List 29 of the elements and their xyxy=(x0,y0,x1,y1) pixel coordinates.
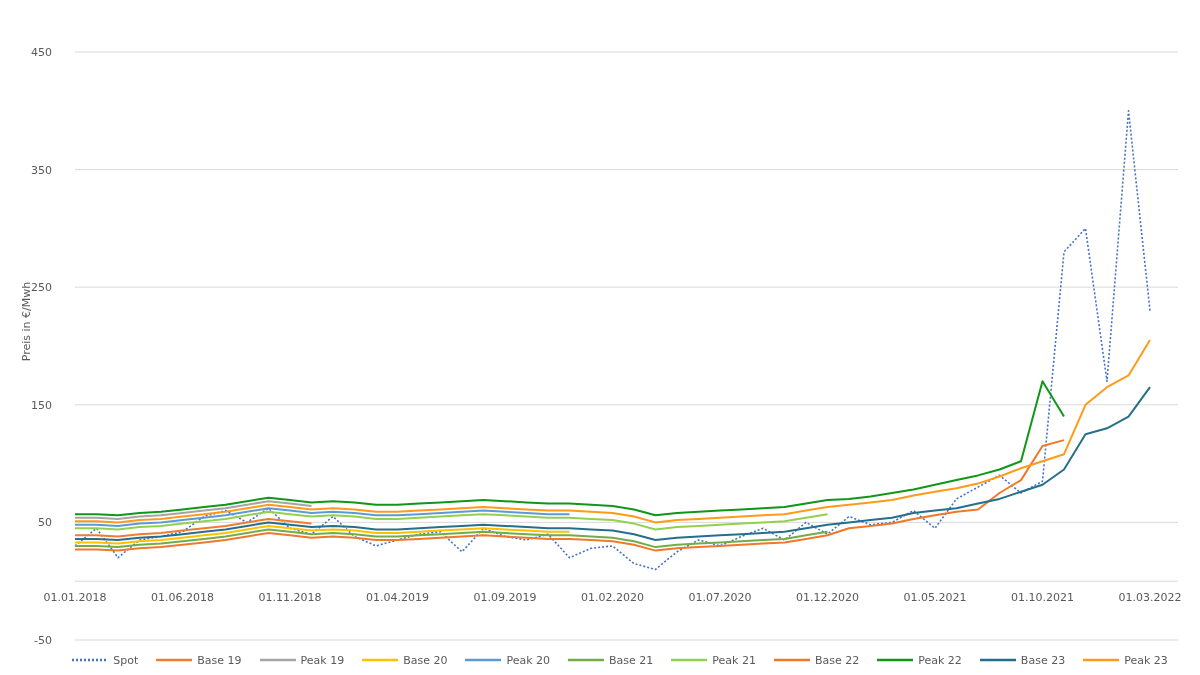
axis-tick-label: 01.06.2018 xyxy=(151,591,214,604)
legend-label: Peak 19 xyxy=(300,653,345,667)
legend-label: Base 20 xyxy=(403,653,448,667)
legend-label: Spot xyxy=(113,653,139,667)
axis-tick-label: 01.04.2019 xyxy=(366,591,429,604)
axis-tick-label: 01.03.2022 xyxy=(1118,591,1182,604)
axis-tick-label: -50 xyxy=(34,634,52,645)
axis-tick-label: 150 xyxy=(31,398,52,412)
legend-label: Base 19 xyxy=(197,653,242,667)
axis-tick-label: 01.11.2018 xyxy=(258,591,322,604)
axis-tick-label: 01.09.2019 xyxy=(473,591,537,604)
legend-label: Peak 22 xyxy=(918,653,962,667)
axis-tick-label: 01.05.2021 xyxy=(903,591,967,604)
axis-tick-label: 01.02.2020 xyxy=(581,591,644,604)
axis-tick-label: 01.12.2020 xyxy=(796,591,859,604)
axis-tick-label: 01.07.2020 xyxy=(688,591,752,604)
axis-tick-label: 01.10.2021 xyxy=(1011,591,1074,604)
legend-label: Peak 21 xyxy=(712,653,756,667)
axis-tick-label: 350 xyxy=(31,163,52,177)
legend-label: Base 22 xyxy=(814,653,860,667)
axis-tick-label: 01.01.2018 xyxy=(43,591,107,604)
axis-tick-label: 50 xyxy=(38,516,52,530)
legend-label: Base 21 xyxy=(609,653,654,667)
axis-tick-label: 250 xyxy=(31,281,52,295)
legend-label: Peak 23 xyxy=(1124,653,1168,667)
legend-label: Peak 20 xyxy=(506,653,551,667)
legend-label: Base 23 xyxy=(1020,653,1066,667)
axis-tick-label: 450 xyxy=(31,46,52,59)
axis-title: Preis in €/Mwh xyxy=(20,281,33,362)
